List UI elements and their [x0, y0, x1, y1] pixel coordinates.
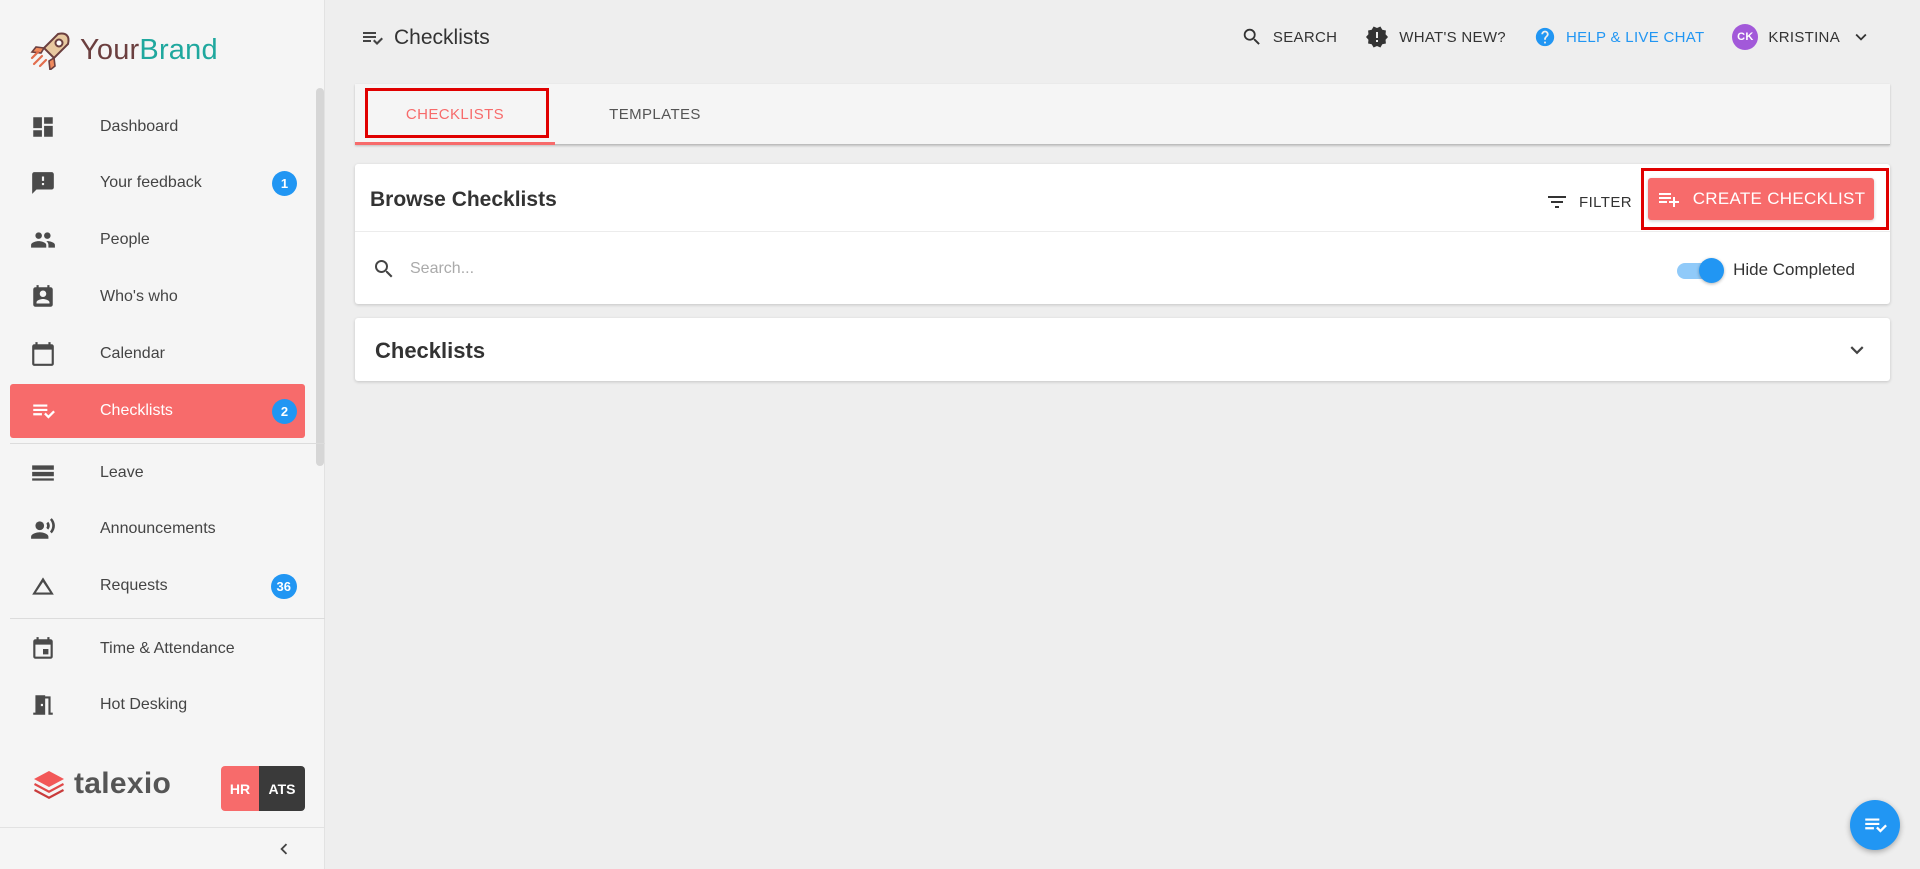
tab-bar: CHECKLISTS TEMPLATES — [355, 84, 1890, 145]
sidebar-item-label: Your feedback — [100, 174, 202, 191]
rocket-icon — [30, 32, 70, 70]
contact-card-icon — [30, 284, 56, 310]
whats-new-button[interactable]: WHAT'S NEW? — [1365, 25, 1506, 49]
filter-icon — [1548, 196, 1566, 208]
feedback-icon — [30, 170, 56, 196]
search-icon — [375, 260, 393, 278]
highlight-box — [1641, 168, 1889, 230]
user-name: KRISTINA — [1768, 28, 1840, 46]
sidebar-item-label: Leave — [100, 464, 144, 481]
expand-chevron-down-icon[interactable] — [1844, 337, 1870, 363]
sidebar-item-whos-who[interactable]: Who's who — [10, 270, 305, 324]
sidebar-item-label: People — [100, 231, 150, 248]
leave-icon — [30, 460, 56, 486]
search-input[interactable] — [410, 260, 1110, 278]
door-icon — [30, 692, 56, 718]
browse-title: Browse Checklists — [370, 188, 557, 211]
announcement-icon — [30, 516, 56, 542]
avatar: CK — [1732, 24, 1759, 50]
layers-logo-icon — [34, 771, 64, 799]
count-badge: 1 — [272, 170, 297, 196]
triangle-icon — [30, 573, 56, 599]
search-bar — [372, 257, 1110, 281]
checklist-fab-button[interactable] — [1850, 800, 1900, 850]
checklist-icon — [363, 32, 383, 45]
user-menu[interactable]: CK KRISTINA — [1732, 24, 1872, 50]
search-button[interactable]: SEARCH — [1241, 26, 1337, 48]
brand-name: YourBrand — [80, 33, 218, 66]
dashboard-icon — [30, 114, 56, 140]
sidebar-item-label: Hot Desking — [100, 696, 188, 713]
page-title: Checklists — [360, 26, 490, 50]
talexio-brand-text: talexio — [74, 767, 172, 800]
event-icon — [30, 636, 56, 662]
calendar-icon — [30, 341, 56, 367]
sidebar-item-requests[interactable]: Requests 36 — [10, 559, 305, 613]
new-releases-icon — [1366, 26, 1389, 48]
checklists-panel[interactable]: Checklists — [355, 318, 1890, 381]
highlight-box — [365, 88, 549, 138]
sidebar-item-label: Requests — [100, 577, 168, 594]
sidebar-item-label: Checklists — [100, 402, 173, 419]
sidebar-item-leave[interactable]: Leave — [10, 446, 305, 500]
brand-logo[interactable]: YourBrand — [28, 28, 218, 72]
sidebar-item-label: Calendar — [100, 345, 165, 362]
tab-templates[interactable]: TEMPLATES — [555, 84, 755, 145]
filter-button[interactable]: FILTER — [1545, 190, 1632, 214]
talexio-logo: talexio — [32, 767, 171, 801]
checklist-icon — [30, 398, 56, 424]
sidebar-item-hot-desking[interactable]: Hot Desking — [10, 678, 305, 732]
checklist-icon — [1865, 818, 1887, 833]
sidebar-item-label: Time & Attendance — [100, 640, 235, 657]
product-switcher[interactable]: HR ATS — [221, 766, 305, 811]
sidebar-item-dashboard[interactable]: Dashboard — [10, 100, 305, 154]
chevron-down-icon — [1855, 33, 1867, 41]
sidebar-item-label: Who's who — [100, 288, 178, 305]
chevron-left-icon[interactable] — [273, 838, 295, 860]
help-icon — [1535, 27, 1555, 47]
people-icon — [30, 227, 56, 253]
card-divider — [355, 231, 1890, 232]
top-actions: SEARCH WHAT'S NEW? HELP & LIVE CHAT CK K… — [1241, 24, 1872, 50]
sidebar-divider — [10, 618, 325, 619]
hr-switch-button[interactable]: HR — [221, 766, 259, 811]
sidebar-footer — [0, 827, 325, 869]
count-badge: 2 — [272, 398, 297, 424]
checklists-panel-title: Checklists — [375, 338, 486, 363]
sidebar-scrollbar[interactable] — [316, 88, 324, 466]
toggle-thumb — [1699, 258, 1725, 283]
hide-completed-label: Hide Completed — [1733, 260, 1855, 279]
sidebar-item-label: Announcements — [100, 520, 216, 537]
sidebar-item-checklists[interactable]: Checklists 2 — [10, 384, 305, 438]
active-tab-indicator — [355, 142, 555, 145]
ats-switch-button[interactable]: ATS — [259, 766, 305, 811]
sidebar-item-people[interactable]: People — [10, 213, 305, 267]
sidebar-item-announcements[interactable]: Announcements — [10, 502, 305, 556]
count-badge: 36 — [270, 573, 297, 599]
hide-completed-control: Hide Completed — [1675, 258, 1855, 283]
sidebar: YourBrand Dashboard Your feedback 1 Peop… — [0, 0, 325, 869]
search-icon — [1243, 28, 1260, 45]
help-live-chat-button[interactable]: HELP & LIVE CHAT — [1534, 26, 1704, 48]
hide-completed-toggle[interactable] — [1675, 258, 1725, 283]
sidebar-item-your-feedback[interactable]: Your feedback 1 — [10, 156, 305, 210]
page-title-text: Checklists — [394, 26, 490, 49]
top-bar: Checklists SEARCH WHAT'S NEW? HELP & LIV… — [326, 0, 1920, 78]
sidebar-item-calendar[interactable]: Calendar — [10, 327, 305, 381]
sidebar-item-label: Dashboard — [100, 118, 179, 135]
sidebar-divider — [10, 443, 325, 444]
sidebar-item-time-attendance[interactable]: Time & Attendance — [10, 622, 305, 676]
